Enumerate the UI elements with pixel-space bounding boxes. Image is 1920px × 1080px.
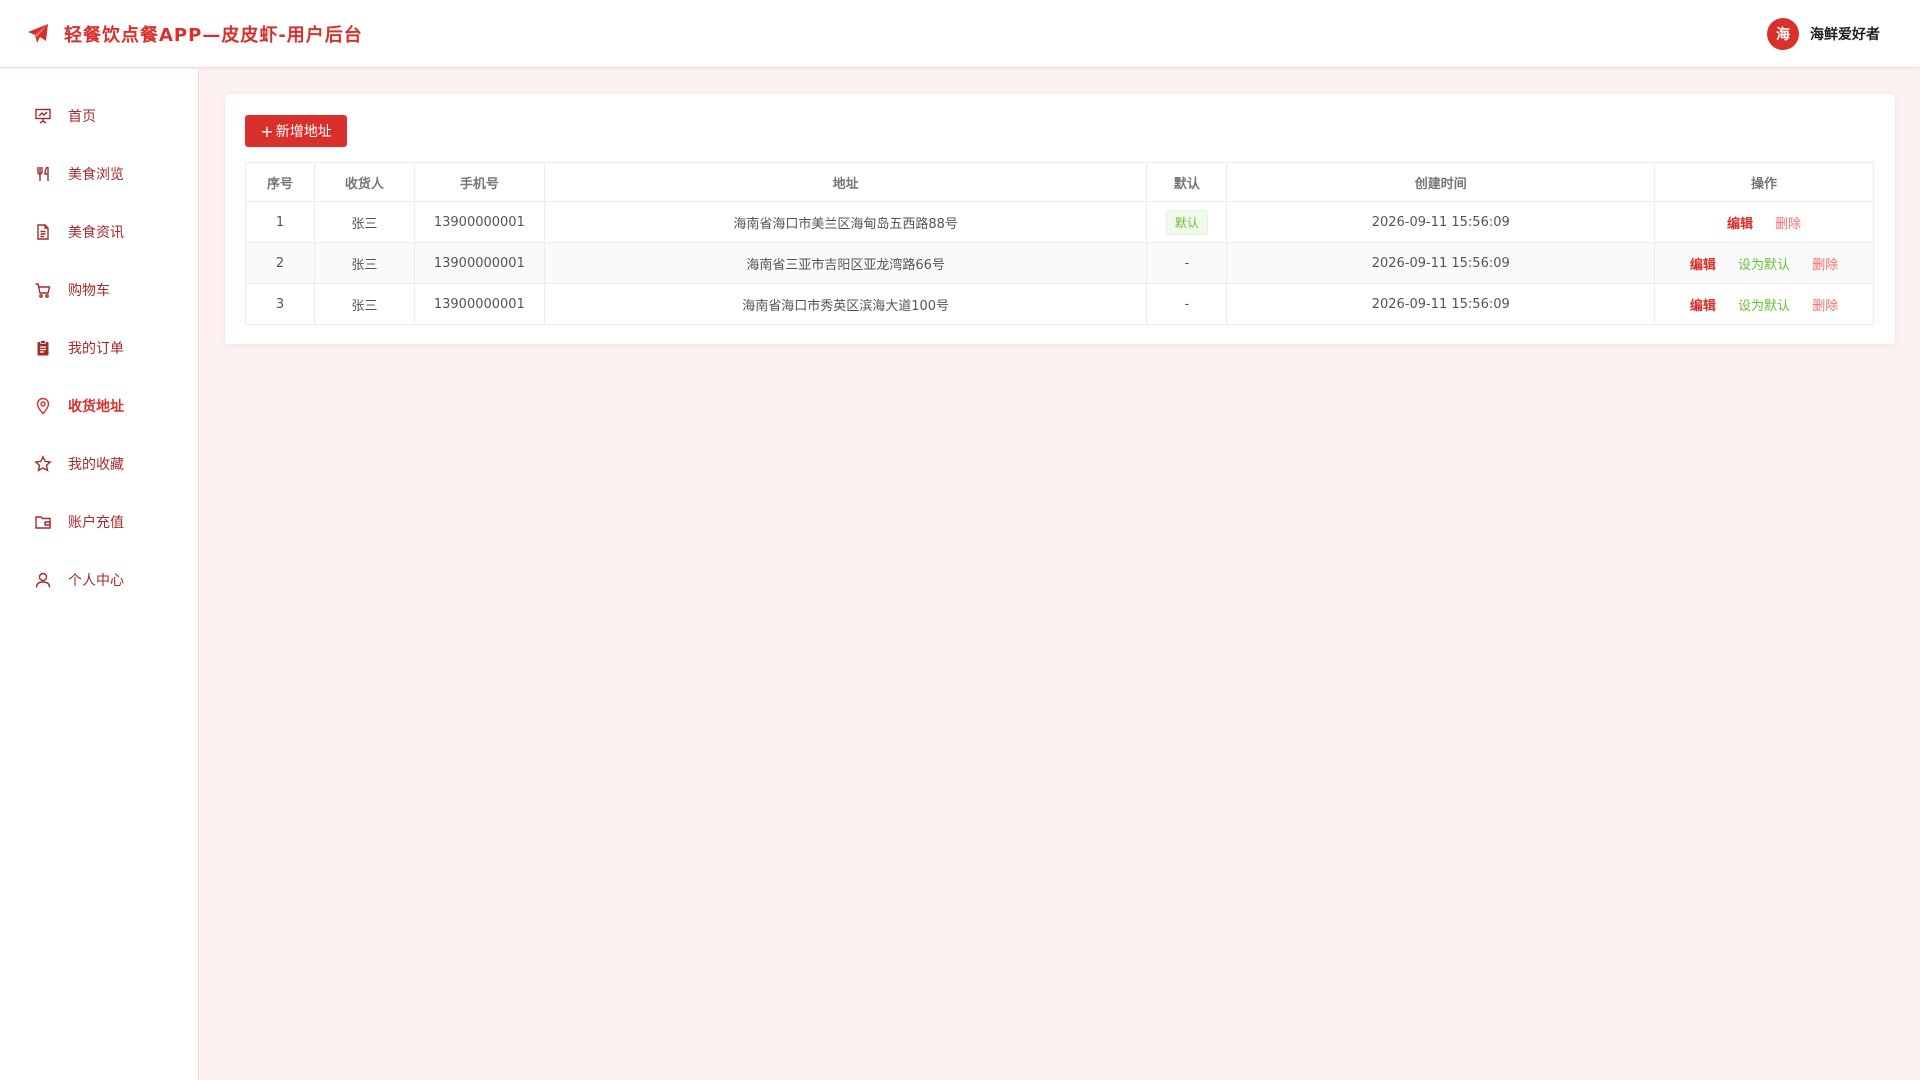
sidebar: 首页 美食浏览 美食资讯 购物车 我的订单 收货地址 我的收藏 账户充值 个人中… [0,69,199,1080]
sidebar-item-home[interactable]: 首页 [0,96,198,136]
cell-created: 2026-09-11 15:56:09 [1226,283,1656,325]
edit-link[interactable]: 编辑 [1690,299,1716,314]
app-logo[interactable]: 轻餐饮点餐APP—皮皮虾-用户后台 [26,21,363,47]
cell-phone: 13900000001 [413,283,545,325]
cell-address: 海南省海口市秀英区滨海大道100号 [543,283,1148,325]
delete-link[interactable]: 删除 [1812,299,1838,314]
sidebar-item-label: 收货地址 [68,399,124,415]
avatar[interactable]: 海 [1767,18,1799,50]
column-header-actions: 操作 [1654,162,1874,202]
sidebar-item-label: 首页 [68,109,96,125]
delete-link[interactable]: 删除 [1775,217,1801,232]
star-icon [34,455,52,472]
clipboard-icon [37,340,49,356]
cell-default: - [1146,242,1228,284]
cell-address: 海南省三亚市吉阳区亚龙湾路66号 [543,242,1148,284]
column-header-name: 收货人 [313,162,415,202]
document-icon [37,224,49,240]
edit-link[interactable]: 编辑 [1727,217,1753,232]
cell-index: 1 [245,201,315,243]
app-title: 轻餐饮点餐APP—皮皮虾-用户后台 [64,24,363,46]
cell-address: 海南省海口市美兰区海甸岛五西路88号 [543,201,1148,243]
address-table: 序号 收货人 手机号 地址 默认 创建时间 操作 1 张三 1390000000… [245,162,1874,325]
column-header-phone: 手机号 [413,162,545,202]
table-row: 2 张三 13900000001 海南省三亚市吉阳区亚龙湾路66号 - 2026… [245,242,1874,284]
add-address-label: 新增地址 [275,124,332,140]
cell-default: 默认 [1146,201,1228,243]
utensils-icon [37,166,49,181]
cell-index: 3 [245,283,315,325]
sidebar-item-cart[interactable]: 购物车 [0,270,198,310]
cell-name: 张三 [313,201,415,243]
wallet-icon [35,516,51,529]
cart-icon [35,283,51,298]
sidebar-item-label: 个人中心 [68,573,124,589]
sidebar-item-label: 账户充值 [68,515,124,531]
column-header-created: 创建时间 [1226,162,1656,202]
sidebar-item-label: 购物车 [68,283,110,299]
column-header-address: 地址 [543,162,1148,202]
delete-link[interactable]: 删除 [1812,258,1838,273]
presentation-icon [35,108,51,124]
table-row: 1 张三 13900000001 海南省海口市美兰区海甸岛五西路88号 默认 2… [245,201,1874,243]
sidebar-item-label: 美食资讯 [68,225,124,241]
set-default-link[interactable]: 设为默认 [1738,299,1790,314]
sidebar-item-food-news[interactable]: 美食资讯 [0,212,198,252]
cell-actions: 编辑 设为默认 删除 [1654,283,1874,325]
sidebar-item-food-browse[interactable]: 美食浏览 [0,154,198,194]
cell-default: - [1146,283,1228,325]
cell-name: 张三 [313,242,415,284]
set-default-link[interactable]: 设为默认 [1738,258,1790,273]
sidebar-item-addresses[interactable]: 收货地址 [0,386,198,426]
cell-actions: 编辑 设为默认 删除 [1654,242,1874,284]
cell-name: 张三 [313,283,415,325]
plus-icon: + [260,121,274,141]
cell-index: 2 [245,242,315,284]
table-row: 3 张三 13900000001 海南省海口市秀英区滨海大道100号 - 202… [245,283,1874,325]
sidebar-item-favorites[interactable]: 我的收藏 [0,444,198,484]
address-card: + 新增地址 序号 收货人 手机号 地址 默认 创建时间 操作 1 张三 139… [225,94,1895,344]
sidebar-item-label: 我的订单 [68,341,124,357]
cell-actions: 编辑 删除 [1654,201,1874,243]
add-address-button[interactable]: + 新增地址 [245,115,347,147]
table-header-row: 序号 收货人 手机号 地址 默认 创建时间 操作 [245,162,1874,202]
sidebar-item-orders[interactable]: 我的订单 [0,328,198,368]
cell-phone: 13900000001 [413,242,545,284]
edit-link[interactable]: 编辑 [1690,258,1716,273]
cell-created: 2026-09-11 15:56:09 [1226,201,1656,243]
sidebar-item-label: 我的收藏 [68,457,124,473]
user-menu[interactable]: 海 海鲜爱好者 [1767,0,1880,68]
user-icon [35,572,51,588]
column-header-default: 默认 [1146,162,1228,202]
sidebar-item-profile[interactable]: 个人中心 [0,560,198,600]
username[interactable]: 海鲜爱好者 [1810,24,1880,44]
paper-plane-icon [28,23,48,43]
cell-created: 2026-09-11 15:56:09 [1226,242,1656,284]
sidebar-item-recharge[interactable]: 账户充值 [0,502,198,542]
column-header-index: 序号 [245,162,315,202]
cell-phone: 13900000001 [413,201,545,243]
default-badge: 默认 [1165,209,1208,235]
top-header: 轻餐饮点餐APP—皮皮虾-用户后台 海 海鲜爱好者 [0,0,1920,68]
sidebar-item-label: 美食浏览 [68,167,124,183]
location-pin-icon [36,397,50,415]
